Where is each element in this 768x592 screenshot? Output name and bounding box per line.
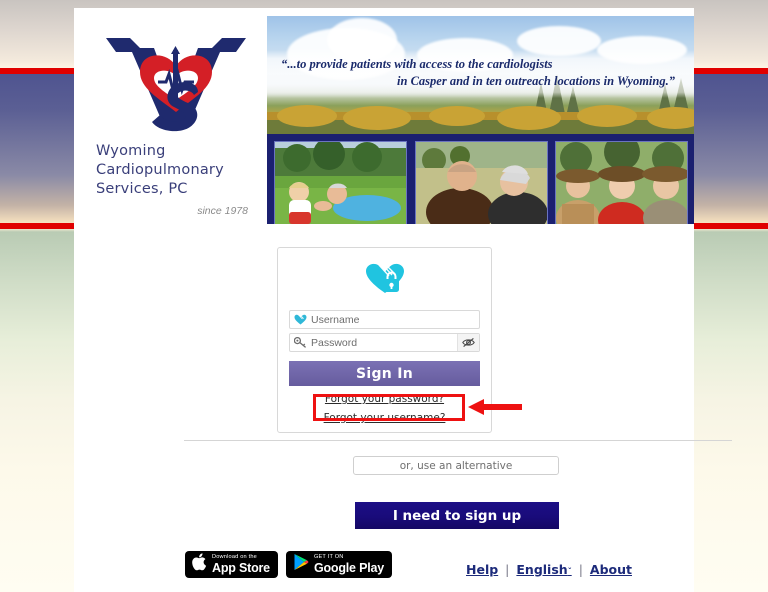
- org-name-line-2: Cardiopulmonary: [96, 162, 224, 178]
- footer-separator-2: |: [578, 562, 583, 577]
- organization-name: Wyoming Cardiopulmonary Services, PC: [96, 142, 254, 199]
- annotation-left-arrow-icon: [468, 398, 522, 416]
- password-input[interactable]: [309, 334, 457, 351]
- about-link[interactable]: About: [590, 562, 632, 577]
- hero-banner: “...to provide patients with access to t…: [266, 16, 694, 224]
- org-name-line-1: Wyoming: [96, 143, 166, 159]
- footer-separator-1: |: [505, 562, 510, 577]
- banner-tagline-line-2: in Casper and in ten outreach locations …: [397, 74, 675, 88]
- sign-in-button[interactable]: Sign In: [289, 361, 480, 386]
- alternative-signin-field[interactable]: or, use an alternative: [353, 456, 559, 475]
- apple-icon: [192, 553, 207, 576]
- section-divider: [184, 440, 732, 441]
- google-play-top-line: GET IT ON: [313, 553, 344, 560]
- photo-toddler-and-grandfather: [274, 141, 407, 224]
- login-card: Sign In Forgot your password? Forgot you…: [277, 247, 492, 433]
- app-store-top-line: Download on the: [212, 553, 257, 560]
- site-header: Wyoming Cardiopulmonary Services, PC sin…: [74, 8, 694, 224]
- eye-slash-icon[interactable]: [457, 334, 479, 351]
- app-store-badges: Download on the App Store GET IT ON Goog…: [185, 551, 392, 578]
- photo-three-women-in-hats: [555, 141, 688, 224]
- heart-icon: [294, 314, 309, 325]
- google-play-icon: [293, 553, 309, 576]
- org-name-line-3: Services, PC: [96, 181, 188, 197]
- app-store-badge[interactable]: Download on the App Store: [185, 551, 278, 578]
- language-label: English: [516, 562, 568, 577]
- sign-up-button[interactable]: I need to sign up: [355, 502, 559, 529]
- forgot-password-link[interactable]: Forgot your password?: [289, 393, 480, 405]
- wcs-caduceus-heart-logo-icon: [96, 22, 256, 134]
- footer-links: Help | Englishˇ | About: [466, 562, 632, 577]
- help-link[interactable]: Help: [466, 562, 498, 577]
- logo-block: Wyoming Cardiopulmonary Services, PC sin…: [74, 8, 266, 224]
- username-input[interactable]: [309, 311, 479, 328]
- language-selector[interactable]: Englishˇ: [516, 562, 571, 577]
- password-field[interactable]: [289, 333, 480, 352]
- google-play-badge[interactable]: GET IT ON Google Play: [285, 551, 392, 578]
- page-content: Wyoming Cardiopulmonary Services, PC sin…: [74, 8, 732, 592]
- forgot-username-link[interactable]: Forgot your username?: [289, 412, 480, 424]
- banner-tagline: “...to provide patients with access to t…: [267, 50, 694, 98]
- since-text: since 1978: [197, 205, 248, 217]
- username-field[interactable]: [289, 310, 480, 329]
- photo-senior-couple: [414, 141, 548, 224]
- heart-lock-icon: [289, 262, 480, 300]
- app-store-main-line: App Store: [212, 560, 270, 575]
- key-icon: [294, 337, 309, 348]
- banner-tagline-line-1: “...to provide patients with access to t…: [281, 57, 553, 71]
- banner-photo-strip: [267, 134, 694, 224]
- chevron-down-icon: ˇ: [567, 567, 572, 576]
- google-play-main-line: Google Play: [313, 560, 384, 575]
